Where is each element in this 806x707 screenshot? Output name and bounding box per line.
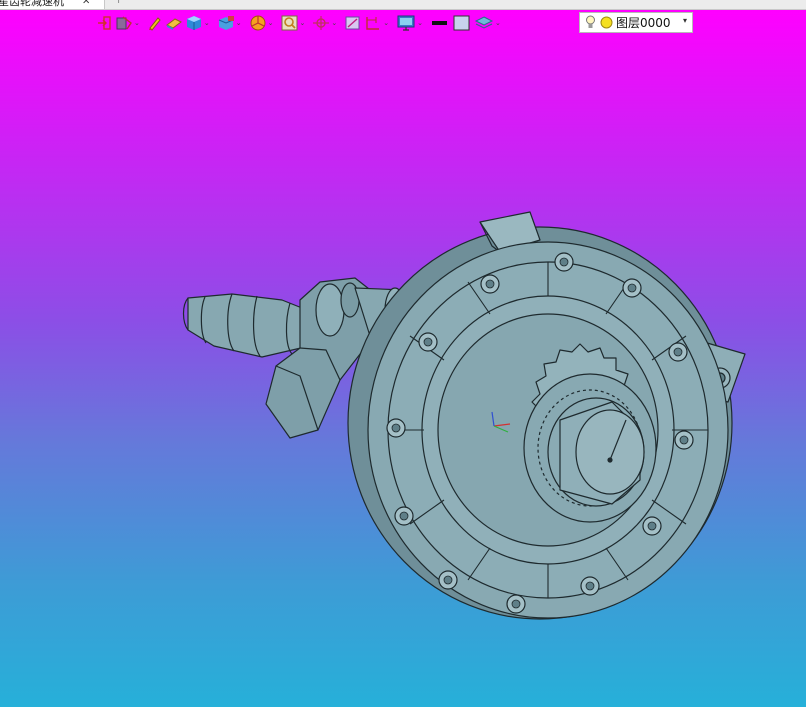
light-bulb-icon — [586, 15, 595, 28]
measure-icon — [116, 16, 132, 30]
section-view-button[interactable] — [343, 12, 363, 34]
eraser-icon — [165, 18, 182, 30]
close-tab-icon[interactable]: ✕ — [82, 0, 90, 9]
view-toolbar: ⌄ ⌄ ⌄ ⌄ ⌄ ⌄ ⌄ ⌄ ⌄ — [96, 11, 507, 35]
measure-button[interactable]: ⌄ — [114, 12, 146, 34]
fill-color-button[interactable] — [451, 12, 473, 34]
shaded-view-button[interactable]: ⌄ — [184, 12, 216, 34]
zoom-button[interactable]: ⌄ — [280, 12, 312, 34]
fill-color-icon — [453, 15, 470, 31]
display-settings-button[interactable]: ⌄ — [395, 12, 429, 34]
layers-icon — [474, 16, 494, 29]
document-tab[interactable]: 星齿轮减速机 ✕ — [0, 0, 105, 9]
model-3d-view[interactable] — [0, 10, 806, 707]
exit-sketch-button[interactable] — [96, 12, 114, 34]
color-wheel-icon — [250, 15, 266, 31]
triad-icon — [313, 16, 330, 30]
pen-button[interactable] — [146, 12, 164, 34]
current-layer-name: 图层0000 — [616, 16, 671, 30]
layer-dropdown-caret[interactable]: ▾ — [683, 16, 687, 25]
line-color-button[interactable] — [429, 12, 451, 34]
section-icon — [345, 16, 360, 30]
sun-icon — [600, 16, 613, 29]
appearance-button[interactable]: ⌄ — [248, 12, 280, 34]
triad-button[interactable]: ⌄ — [311, 12, 343, 34]
shaded-cube-icon — [186, 16, 201, 30]
monitor-icon — [397, 15, 415, 31]
zoom-icon — [281, 15, 297, 31]
layer-select[interactable]: 图层0000 ▾ — [579, 12, 693, 33]
document-tabstrip: 星齿轮减速机 ✕ + — [0, 0, 806, 10]
dimension-button[interactable]: ⌄ — [363, 12, 395, 34]
layer-tool-button[interactable]: ⌄ — [473, 12, 507, 34]
line-color-icon — [432, 21, 447, 25]
eraser-button[interactable] — [164, 12, 184, 34]
exit-arrow-icon — [98, 16, 111, 30]
new-tab-icon[interactable]: + — [114, 0, 123, 6]
pen-icon — [148, 17, 161, 31]
dimension-icon — [366, 17, 380, 30]
view-orientation-button[interactable]: ⌄ — [216, 12, 248, 34]
graphics-viewport[interactable] — [0, 10, 806, 707]
document-tab-title: 星齿轮减速机 — [0, 0, 64, 8]
view-cube-icon — [218, 16, 234, 30]
